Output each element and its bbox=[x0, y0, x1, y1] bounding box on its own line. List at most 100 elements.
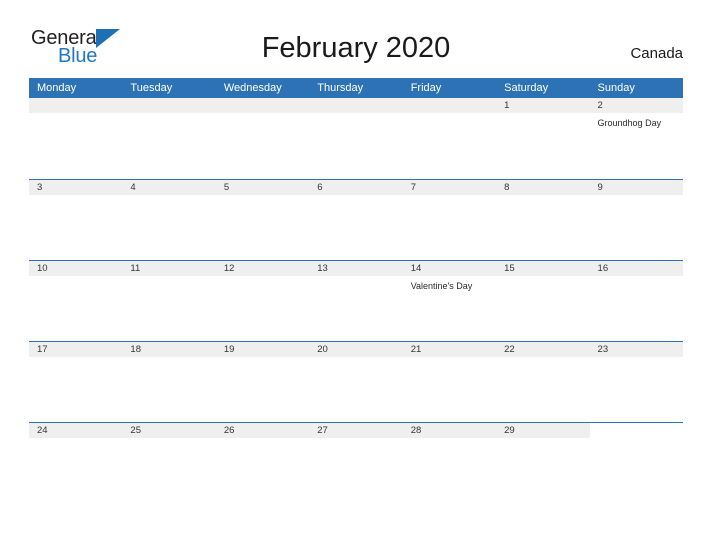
country-label: Canada bbox=[630, 45, 683, 62]
calendar-day-cell[interactable]: 12 bbox=[215, 259, 310, 341]
day-number: 17 bbox=[29, 341, 123, 357]
calendar-day-cell[interactable]: 8 bbox=[496, 178, 590, 260]
calendar-page: General Blue February 2020 Canada Monday… bbox=[0, 0, 712, 550]
calendar-day-cell[interactable]: 10 bbox=[29, 259, 123, 341]
day-cell-inner: 27 bbox=[309, 422, 403, 503]
day-cell-inner: 1 bbox=[496, 98, 590, 178]
calendar-grid: Monday Tuesday Wednesday Thursday Friday… bbox=[29, 78, 683, 503]
day-number: 4 bbox=[122, 179, 216, 195]
day-cell-inner: 22 bbox=[496, 341, 590, 422]
calendar-week-row: 1 2 Groundhog Day bbox=[29, 98, 683, 179]
calendar-day-cell[interactable]: 26 bbox=[215, 421, 310, 503]
day-cell-inner bbox=[402, 98, 497, 178]
day-number: 27 bbox=[309, 422, 403, 438]
calendar-week-row: 24 25 26 27 28 29 bbox=[29, 421, 683, 503]
day-number: 18 bbox=[122, 341, 216, 357]
day-cell-inner: 8 bbox=[496, 179, 590, 260]
calendar-day-cell[interactable]: 20 bbox=[309, 340, 403, 422]
calendar-day-cell[interactable]: 16 bbox=[589, 259, 683, 341]
calendar-day-cell[interactable]: 21 bbox=[402, 340, 497, 422]
calendar-day-cell[interactable]: 28 bbox=[402, 421, 497, 503]
calendar-day-cell[interactable]: 1 bbox=[496, 98, 590, 179]
day-number: 23 bbox=[589, 341, 683, 357]
day-cell-inner: 24 bbox=[29, 422, 123, 503]
day-cell-inner: 4 bbox=[122, 179, 216, 260]
day-cell-inner: 5 bbox=[215, 179, 310, 260]
calendar-day-cell[interactable]: 11 bbox=[122, 259, 216, 341]
calendar-week-row: 3456789 bbox=[29, 178, 683, 260]
day-number: 1 bbox=[496, 98, 590, 113]
day-number: 26 bbox=[215, 422, 310, 438]
calendar-day-cell[interactable]: 27 bbox=[309, 421, 403, 503]
calendar-day-cell[interactable]: 19 bbox=[215, 340, 310, 422]
calendar-day-cell[interactable]: 5 bbox=[215, 178, 310, 260]
calendar-day-cell[interactable]: 9 bbox=[589, 178, 683, 260]
calendar-day-cell[interactable] bbox=[29, 98, 123, 179]
day-number: 12 bbox=[215, 260, 310, 276]
calendar-day-cell[interactable]: 17 bbox=[29, 340, 123, 422]
calendar-day-cell[interactable]: 22 bbox=[496, 340, 590, 422]
calendar-day-cell[interactable]: 4 bbox=[122, 178, 216, 260]
calendar-day-cell[interactable]: 7 bbox=[402, 178, 497, 260]
day-cell-inner: 16 bbox=[589, 260, 683, 341]
calendar-day-cell[interactable] bbox=[309, 98, 403, 179]
page-title: February 2020 bbox=[261, 32, 451, 64]
day-number: 3 bbox=[29, 179, 123, 195]
calendar-day-cell[interactable]: 25 bbox=[122, 421, 216, 503]
day-number bbox=[402, 98, 497, 113]
calendar-day-cell[interactable]: 13 bbox=[309, 259, 403, 341]
day-event-label: Valentine's Day bbox=[410, 280, 473, 291]
weekday-header-monday: Monday bbox=[29, 78, 123, 98]
day-cell-inner: 13 bbox=[309, 260, 403, 341]
calendar-day-cell[interactable]: 15 bbox=[496, 259, 590, 341]
day-cell-inner: 7 bbox=[402, 179, 497, 260]
calendar-week-row: 17 18 19 20 21 22 23 bbox=[29, 340, 683, 422]
day-number bbox=[215, 98, 310, 113]
day-cell-inner: 17 bbox=[29, 341, 123, 422]
day-number: 2 bbox=[589, 98, 683, 113]
day-number: 21 bbox=[402, 341, 497, 357]
day-cell-inner: 26 bbox=[215, 422, 310, 503]
day-number: 7 bbox=[402, 179, 497, 195]
day-number: 29 bbox=[496, 422, 590, 438]
day-cell-inner: 15 bbox=[496, 260, 590, 341]
calendar-day-cell[interactable]: 14 Valentine's Day bbox=[402, 259, 497, 341]
day-cell-inner: 9 bbox=[589, 179, 683, 260]
day-cell-inner bbox=[589, 422, 683, 503]
calendar-week-row: 10 11 12 13 14 Valentine's Day 15 16 bbox=[29, 259, 683, 341]
day-cell-inner bbox=[215, 98, 310, 178]
weekday-header-friday: Friday bbox=[402, 78, 497, 98]
day-cell-inner bbox=[309, 98, 403, 178]
day-number: 14 bbox=[402, 260, 497, 276]
day-cell-inner: 11 bbox=[122, 260, 216, 341]
day-cell-inner: 20 bbox=[309, 341, 403, 422]
calendar-day-cell[interactable] bbox=[215, 98, 310, 179]
day-cell-inner: 28 bbox=[402, 422, 497, 503]
calendar-day-cell[interactable]: 24 bbox=[29, 421, 123, 503]
day-number bbox=[122, 98, 216, 113]
weekday-header-saturday: Saturday bbox=[496, 78, 590, 98]
day-cell-inner: 21 bbox=[402, 341, 497, 422]
calendar-day-cell[interactable]: 6 bbox=[309, 178, 403, 260]
day-number: 10 bbox=[29, 260, 123, 276]
day-number: 16 bbox=[589, 260, 683, 276]
day-cell-inner: 3 bbox=[29, 179, 123, 260]
calendar-day-cell[interactable] bbox=[402, 98, 497, 179]
calendar-day-cell[interactable] bbox=[122, 98, 216, 179]
day-number bbox=[309, 98, 403, 113]
day-number: 20 bbox=[309, 341, 403, 357]
weekday-header-sunday: Sunday bbox=[589, 78, 683, 98]
calendar-day-cell[interactable]: 29 bbox=[496, 421, 590, 503]
calendar-day-cell[interactable] bbox=[589, 421, 683, 503]
day-number: 22 bbox=[496, 341, 590, 357]
day-number: 13 bbox=[309, 260, 403, 276]
calendar-day-cell[interactable]: 3 bbox=[29, 178, 123, 260]
calendar-day-cell[interactable]: 23 bbox=[589, 340, 683, 422]
day-number: 6 bbox=[309, 179, 403, 195]
day-cell-inner: 12 bbox=[215, 260, 310, 341]
day-number: 19 bbox=[215, 341, 310, 357]
calendar-day-cell[interactable]: 18 bbox=[122, 340, 216, 422]
weekday-header-row: Monday Tuesday Wednesday Thursday Friday… bbox=[29, 78, 683, 98]
calendar-day-cell[interactable]: 2 Groundhog Day bbox=[589, 98, 683, 179]
day-number: 25 bbox=[122, 422, 216, 438]
